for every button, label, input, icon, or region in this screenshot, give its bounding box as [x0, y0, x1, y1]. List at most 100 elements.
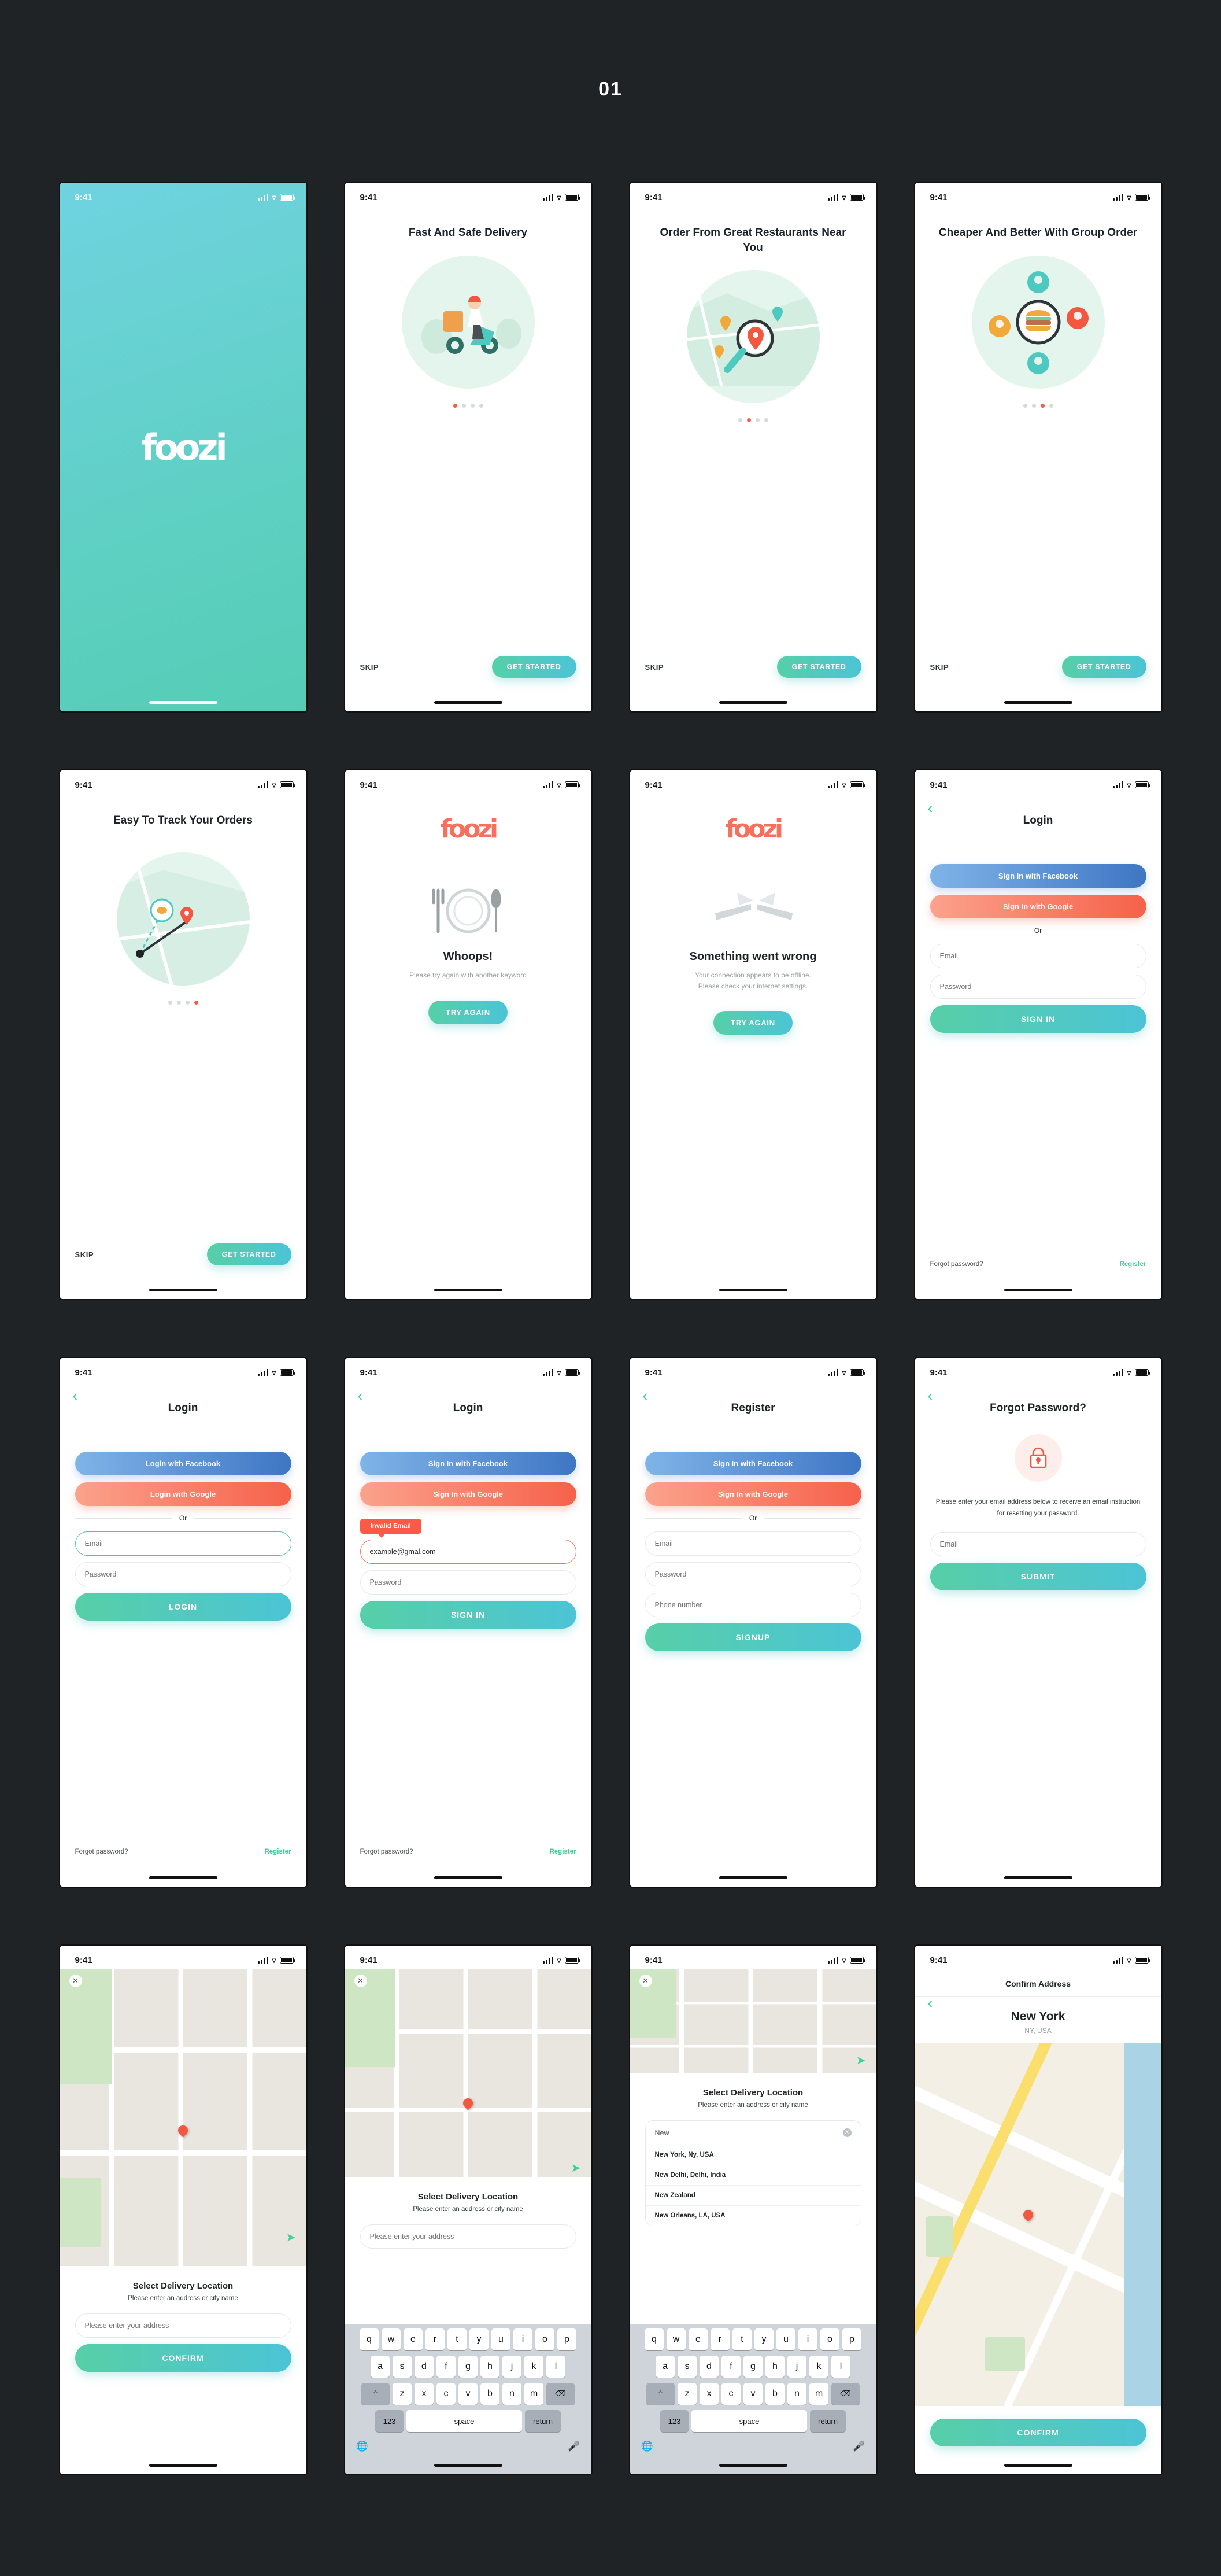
key-u[interactable]: u: [491, 2328, 510, 2350]
home-indicator[interactable]: [1004, 2464, 1072, 2467]
microphone-icon[interactable]: 🎤: [853, 2441, 865, 2452]
back-chevron-icon[interactable]: ‹: [928, 1995, 933, 2010]
home-indicator[interactable]: [719, 701, 787, 704]
key-d[interactable]: d: [415, 2356, 434, 2378]
key-c[interactable]: c: [436, 2383, 456, 2405]
key-n[interactable]: n: [787, 2383, 806, 2405]
back-chevron-icon[interactable]: ‹: [358, 1388, 363, 1403]
key-k[interactable]: k: [809, 2356, 828, 2378]
locate-me-icon[interactable]: ➤: [571, 2161, 581, 2175]
space-key[interactable]: space: [406, 2410, 522, 2432]
list-item[interactable]: New Delhi, Delhi, India: [645, 2165, 861, 2185]
key-y[interactable]: y: [469, 2328, 489, 2350]
home-indicator[interactable]: [434, 1876, 502, 1879]
password-input[interactable]: [75, 1562, 291, 1586]
get-started-button[interactable]: GET STARTED: [776, 656, 861, 678]
back-chevron-icon[interactable]: ‹: [928, 800, 933, 815]
signup-button[interactable]: SIGNUP: [645, 1623, 861, 1651]
locate-me-icon[interactable]: ➤: [856, 2053, 866, 2068]
home-indicator[interactable]: [1004, 701, 1072, 704]
key-l[interactable]: l: [546, 2356, 565, 2378]
key-q[interactable]: q: [360, 2328, 379, 2350]
email-input[interactable]: [75, 1531, 291, 1556]
key-a[interactable]: a: [371, 2356, 390, 2378]
login-button[interactable]: LOGIN: [75, 1593, 291, 1621]
signin-button[interactable]: SIGN IN: [360, 1601, 576, 1629]
key-u[interactable]: u: [776, 2328, 796, 2350]
submit-button[interactable]: SUBMIT: [930, 1563, 1146, 1591]
confirm-button[interactable]: CONFIRM: [930, 2419, 1146, 2446]
backspace-key[interactable]: ⌫: [546, 2383, 575, 2405]
back-chevron-icon[interactable]: ‹: [643, 1388, 648, 1403]
map-pin[interactable]: [461, 2096, 475, 2110]
email-input[interactable]: [645, 1531, 861, 1556]
key-f[interactable]: f: [436, 2356, 456, 2378]
map-view[interactable]: [915, 2043, 1161, 2406]
home-indicator[interactable]: [434, 2464, 502, 2467]
key-s[interactable]: s: [678, 2356, 697, 2378]
key-l[interactable]: l: [831, 2356, 850, 2378]
home-indicator[interactable]: [149, 2464, 217, 2467]
close-icon[interactable]: ✕: [639, 1975, 652, 1987]
register-link[interactable]: Register: [549, 1848, 576, 1855]
backspace-key[interactable]: ⌫: [831, 2383, 860, 2405]
key-z[interactable]: z: [393, 2383, 412, 2405]
key-t[interactable]: t: [447, 2328, 467, 2350]
key-v[interactable]: v: [458, 2383, 478, 2405]
home-indicator[interactable]: [149, 1289, 217, 1291]
email-input[interactable]: [360, 1540, 576, 1564]
shift-key[interactable]: ⇧: [646, 2383, 675, 2405]
facebook-signin-button[interactable]: Sign In with Facebook: [645, 1452, 861, 1475]
key-j[interactable]: j: [502, 2356, 521, 2378]
key-i[interactable]: i: [798, 2328, 817, 2350]
map-pin[interactable]: [176, 2123, 190, 2138]
return-key[interactable]: return: [810, 2410, 846, 2432]
key-f[interactable]: f: [722, 2356, 741, 2378]
space-key[interactable]: space: [691, 2410, 807, 2432]
email-input[interactable]: [930, 944, 1146, 968]
confirm-button[interactable]: CONFIRM: [75, 2344, 291, 2372]
map-view[interactable]: [60, 1969, 306, 2271]
key-x[interactable]: x: [700, 2383, 719, 2405]
on-screen-keyboard[interactable]: q w e r t y u i o p a s d f g h j k l ⇧ …: [345, 2324, 591, 2474]
home-indicator[interactable]: [434, 1289, 502, 1291]
key-b[interactable]: b: [480, 2383, 500, 2405]
google-signin-button[interactable]: Sign In with Google: [645, 1482, 861, 1506]
key-p[interactable]: p: [842, 2328, 861, 2350]
password-input[interactable]: [360, 1570, 576, 1595]
key-n[interactable]: n: [502, 2383, 521, 2405]
map-pin[interactable]: [1021, 2208, 1035, 2222]
key-y[interactable]: y: [754, 2328, 774, 2350]
key-s[interactable]: s: [393, 2356, 412, 2378]
facebook-signin-button[interactable]: Sign In with Facebook: [930, 864, 1146, 888]
skip-button[interactable]: SKIP: [645, 663, 664, 671]
facebook-signin-button[interactable]: Sign In with Facebook: [360, 1452, 576, 1475]
key-e[interactable]: e: [689, 2328, 708, 2350]
home-indicator[interactable]: [719, 1289, 787, 1291]
numbers-key[interactable]: 123: [375, 2410, 404, 2432]
locate-me-icon[interactable]: ➤: [286, 2230, 296, 2245]
register-link[interactable]: Register: [1119, 1261, 1146, 1268]
list-item[interactable]: New Zealand: [645, 2185, 861, 2205]
key-q[interactable]: q: [645, 2328, 664, 2350]
signin-button[interactable]: SIGN IN: [930, 1005, 1146, 1033]
email-input[interactable]: [930, 1532, 1146, 1557]
close-icon[interactable]: ✕: [69, 1975, 82, 1987]
globe-icon[interactable]: 🌐: [356, 2441, 368, 2452]
key-e[interactable]: e: [404, 2328, 423, 2350]
numbers-key[interactable]: 123: [660, 2410, 689, 2432]
globe-icon[interactable]: 🌐: [641, 2441, 653, 2452]
home-indicator[interactable]: [434, 701, 502, 704]
try-again-button[interactable]: TRY AGAIN: [428, 1000, 508, 1024]
get-started-button[interactable]: GET STARTED: [206, 1243, 291, 1265]
return-key[interactable]: return: [525, 2410, 561, 2432]
home-indicator[interactable]: [1004, 1289, 1072, 1291]
key-o[interactable]: o: [535, 2328, 554, 2350]
key-a[interactable]: a: [656, 2356, 675, 2378]
address-input[interactable]: [75, 2313, 291, 2338]
key-i[interactable]: i: [513, 2328, 532, 2350]
key-h[interactable]: h: [765, 2356, 785, 2378]
key-o[interactable]: o: [820, 2328, 839, 2350]
close-icon[interactable]: ✕: [354, 1975, 367, 1987]
list-item[interactable]: New Orleans, LA, USA: [645, 2205, 861, 2226]
